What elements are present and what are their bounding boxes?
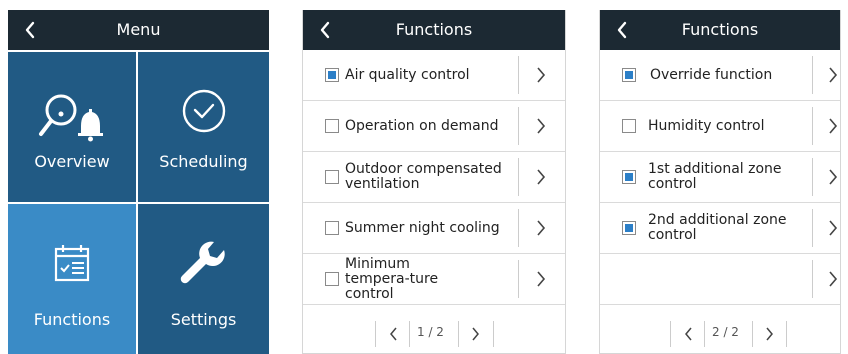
prev-page-icon[interactable] xyxy=(389,326,399,342)
divider xyxy=(812,107,813,145)
clock-icon xyxy=(180,87,228,135)
chevron-right-icon[interactable] xyxy=(536,66,546,84)
chevron-right-icon[interactable] xyxy=(828,66,838,84)
checkbox[interactable] xyxy=(325,272,339,286)
divider xyxy=(518,209,519,247)
menu-header: Menu xyxy=(8,10,269,50)
divider xyxy=(670,321,671,347)
wrench-icon xyxy=(178,240,230,292)
next-page-icon[interactable] xyxy=(470,326,480,342)
pager: 1 / 2 xyxy=(303,315,565,353)
functions-header: Functions xyxy=(303,10,565,50)
overview-label: Overview xyxy=(34,152,110,171)
function-row-1st-additional-zone-control[interactable]: 1st additional zone control xyxy=(600,152,840,203)
functions-panel-page2: Functions Override function Humidity con… xyxy=(599,10,841,354)
divider xyxy=(518,56,519,94)
divider xyxy=(518,260,519,298)
scheduling-label: Scheduling xyxy=(159,152,248,171)
function-row-empty[interactable] xyxy=(600,254,840,305)
function-label: Outdoor compensated ventilation xyxy=(345,161,502,192)
checkbox[interactable] xyxy=(622,68,636,82)
function-label: Air quality control xyxy=(345,66,470,83)
function-label: 1st additional zone control xyxy=(648,161,782,192)
checkbox[interactable] xyxy=(325,221,339,235)
function-label: Summer night cooling xyxy=(345,219,500,236)
function-label: 2nd additional zone control xyxy=(648,212,787,243)
settings-tile[interactable]: Settings xyxy=(138,204,269,354)
function-label: Override function xyxy=(650,66,773,83)
pager: 2 / 2 xyxy=(600,315,840,353)
divider xyxy=(409,321,410,347)
function-list: Air quality control Operation on demand … xyxy=(303,50,565,305)
functions-label: Functions xyxy=(33,310,111,329)
prev-page-icon[interactable] xyxy=(684,326,694,342)
next-page-icon[interactable] xyxy=(764,326,774,342)
function-row-air-quality-control[interactable]: Air quality control xyxy=(303,50,565,101)
function-row-2nd-additional-zone-control[interactable]: 2nd additional zone control xyxy=(600,203,840,254)
chevron-right-icon[interactable] xyxy=(536,117,546,135)
checkbox[interactable] xyxy=(622,221,636,235)
function-row-operation-on-demand[interactable]: Operation on demand xyxy=(303,101,565,152)
functions-tile[interactable]: Functions xyxy=(8,204,136,354)
settings-label: Settings xyxy=(170,310,237,329)
overview-search-bell-icon xyxy=(37,90,107,142)
functions-panel-page1: Functions Air quality control Operation … xyxy=(302,10,566,354)
chevron-right-icon[interactable] xyxy=(536,219,546,237)
menu-panel: Menu Overview Scheduling Functions Setti… xyxy=(8,10,269,354)
chevron-right-icon[interactable] xyxy=(536,168,546,186)
divider xyxy=(786,321,787,347)
divider xyxy=(812,209,813,247)
functions-header: Functions xyxy=(600,10,840,50)
checkbox[interactable] xyxy=(325,170,339,184)
divider xyxy=(812,260,813,298)
divider xyxy=(518,107,519,145)
chevron-right-icon[interactable] xyxy=(828,270,838,288)
chevron-right-icon[interactable] xyxy=(536,270,546,288)
divider xyxy=(375,321,376,347)
page-indicator: 1 / 2 xyxy=(417,325,444,339)
calendar-list-icon xyxy=(53,242,91,284)
checkbox[interactable] xyxy=(325,119,339,133)
divider xyxy=(704,321,705,347)
divider xyxy=(518,158,519,196)
function-row-minimum-temperature-control[interactable]: Minimum tempera-ture control xyxy=(303,254,565,305)
function-label: Operation on demand xyxy=(345,117,499,134)
scheduling-tile[interactable]: Scheduling xyxy=(138,52,269,202)
function-row-outdoor-compensated-ventilation[interactable]: Outdoor compensated ventilation xyxy=(303,152,565,203)
overview-tile[interactable]: Overview xyxy=(8,52,136,202)
divider xyxy=(752,321,753,347)
function-label: Minimum tempera-ture control xyxy=(345,255,439,302)
chevron-right-icon[interactable] xyxy=(828,117,838,135)
checkbox[interactable] xyxy=(622,119,636,133)
divider xyxy=(812,56,813,94)
functions-title: Functions xyxy=(681,20,759,39)
divider xyxy=(458,321,459,347)
function-row-summer-night-cooling[interactable]: Summer night cooling xyxy=(303,203,565,254)
chevron-right-icon[interactable] xyxy=(828,168,838,186)
checkbox[interactable] xyxy=(622,170,636,184)
divider xyxy=(812,158,813,196)
divider xyxy=(493,321,494,347)
checkbox[interactable] xyxy=(325,68,339,82)
function-list: Override function Humidity control 1st a… xyxy=(600,50,840,305)
page-indicator: 2 / 2 xyxy=(712,325,739,339)
function-row-override-function[interactable]: Override function xyxy=(600,50,840,101)
chevron-right-icon[interactable] xyxy=(828,219,838,237)
functions-title: Functions xyxy=(395,20,473,39)
function-label: Humidity control xyxy=(648,117,765,134)
function-row-humidity-control[interactable]: Humidity control xyxy=(600,101,840,152)
menu-title: Menu xyxy=(116,20,161,39)
